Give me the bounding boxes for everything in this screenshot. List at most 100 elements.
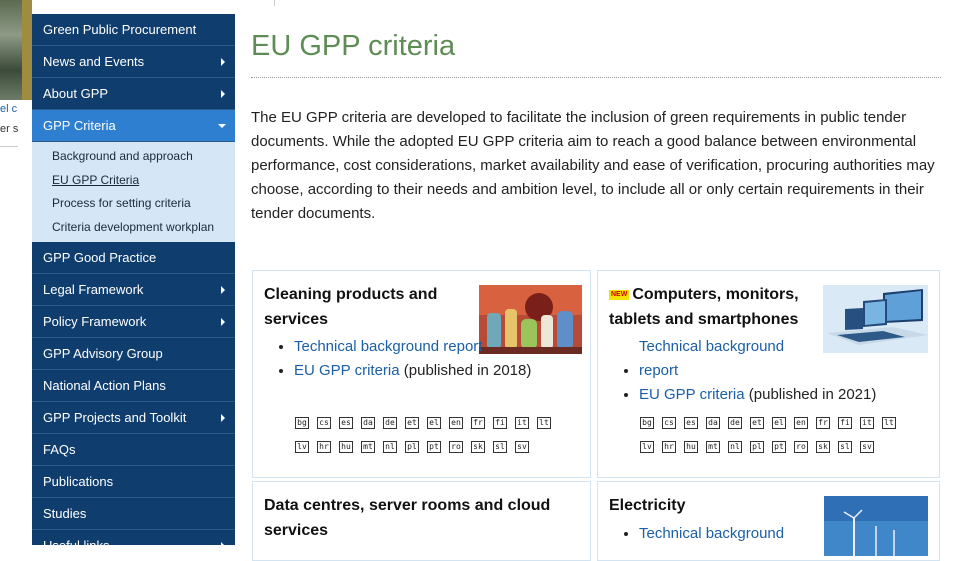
language-link-es[interactable]: es [684, 417, 698, 429]
sidebar-item-gpp-good-practice[interactable]: GPP Good Practice [32, 242, 235, 274]
list-item: EU GPP criteria (published in 2021) [639, 383, 876, 407]
list-item: EU GPP criteria (published in 2018) [294, 359, 531, 383]
language-link-fr[interactable]: fr [816, 417, 830, 429]
language-link-sv[interactable]: sv [515, 441, 529, 453]
title-divider [251, 77, 941, 78]
caret-right-icon [221, 58, 225, 66]
sidebar-item-policy-framework[interactable]: Policy Framework [32, 306, 235, 338]
language-links-row: lv hr hu mt nl pl pt ro sk sl sv [640, 441, 874, 453]
sidebar-item-national-action-plans[interactable]: National Action Plans [32, 370, 235, 402]
language-link-et[interactable]: et [750, 417, 764, 429]
language-link-bg[interactable]: bg [640, 417, 654, 429]
criteria-card-electricity: Electricity Technical background [597, 481, 940, 561]
sidebar-item-news-and-events[interactable]: News and Events [32, 46, 235, 78]
language-link-fi[interactable]: fi [493, 417, 507, 429]
card-title-text: Computers, monitors, tablets and smartph… [609, 286, 799, 328]
language-link-sk[interactable]: sk [816, 441, 830, 453]
eu-gpp-criteria-link[interactable]: EU GPP criteria [639, 386, 745, 403]
language-link-mt[interactable]: mt [361, 441, 375, 453]
caret-right-icon [221, 414, 225, 422]
page-title: EU GPP criteria [251, 30, 456, 62]
sidebar-item-label: Legal Framework [43, 282, 144, 297]
language-link-en[interactable]: en [449, 417, 463, 429]
sidebar-subitem-criteria-development-workplan[interactable]: Criteria development workplan [32, 216, 235, 240]
sidebar-item-label: FAQs [43, 442, 76, 457]
sidebar-item-faqs[interactable]: FAQs [32, 434, 235, 466]
language-link-pt[interactable]: pt [427, 441, 441, 453]
background-link-text[interactable]: el c [0, 102, 18, 116]
language-link-it[interactable]: it [860, 417, 874, 429]
sidebar-subitem-background-and-approach[interactable]: Background and approach [32, 145, 235, 169]
language-link-hu[interactable]: hu [684, 441, 698, 453]
language-link-cs[interactable]: cs [662, 417, 676, 429]
language-link-da[interactable]: da [706, 417, 720, 429]
language-link-pt[interactable]: pt [772, 441, 786, 453]
sidebar-item-gpp-projects-and-toolkit[interactable]: GPP Projects and Toolkit [32, 402, 235, 434]
sidebar-subitem-eu-gpp-criteria[interactable]: EU GPP Criteria [32, 169, 235, 193]
language-link-fi[interactable]: fi [838, 417, 852, 429]
caret-right-icon [221, 90, 225, 98]
language-link-da[interactable]: da [361, 417, 375, 429]
sidebar-item-studies[interactable]: Studies [32, 498, 235, 530]
language-link-cs[interactable]: cs [317, 417, 331, 429]
language-link-lv[interactable]: lv [640, 441, 654, 453]
language-link-lv[interactable]: lv [295, 441, 309, 453]
language-link-lt[interactable]: lt [537, 417, 551, 429]
sidebar-item-gpp-criteria[interactable]: GPP Criteria [32, 110, 235, 142]
list-item: Technical background report [639, 335, 829, 383]
technical-background-link[interactable]: Technical background report [639, 335, 789, 383]
language-link-pl[interactable]: pl [750, 441, 764, 453]
language-link-sk[interactable]: sk [471, 441, 485, 453]
criteria-card-computers: NEW Computers, monitors, tablets and smar… [597, 270, 940, 478]
sidebar-nav: Green Public Procurement News and Events A… [32, 14, 235, 545]
sidebar-item-label: Studies [43, 506, 87, 521]
sidebar-item-useful-links[interactable]: Useful links [32, 530, 235, 545]
sidebar-subitem-process-for-setting-criteria[interactable]: Process for setting criteria [32, 192, 235, 216]
language-link-nl[interactable]: nl [383, 441, 397, 453]
sidebar-item-label: Useful links [43, 538, 109, 545]
language-link-sv[interactable]: sv [860, 441, 874, 453]
language-link-de[interactable]: de [383, 417, 397, 429]
language-link-el[interactable]: el [427, 417, 441, 429]
language-link-fr[interactable]: fr [471, 417, 485, 429]
language-link-en[interactable]: en [794, 417, 808, 429]
card-title: Data centres, server rooms and cloud ser… [264, 493, 574, 543]
language-link-hr[interactable]: hr [662, 441, 676, 453]
language-link-et[interactable]: et [405, 417, 419, 429]
sidebar-item-publications[interactable]: Publications [32, 466, 235, 498]
sidebar-item-label: GPP Criteria [43, 118, 116, 133]
language-link-it[interactable]: it [515, 417, 529, 429]
language-link-es[interactable]: es [339, 417, 353, 429]
electricity-image [824, 496, 928, 556]
language-link-ro[interactable]: ro [794, 441, 808, 453]
language-link-sl[interactable]: sl [838, 441, 852, 453]
language-link-nl[interactable]: nl [728, 441, 742, 453]
sidebar-item-label: News and Events [43, 54, 145, 69]
sidebar-item-label: National Action Plans [43, 378, 166, 393]
language-link-sl[interactable]: sl [493, 441, 507, 453]
language-link-mt[interactable]: mt [706, 441, 720, 453]
eu-gpp-criteria-link[interactable]: EU GPP criteria [294, 362, 400, 379]
sidebar-item-about-gpp[interactable]: About GPP [32, 78, 235, 110]
published-note: (published in 2018) [399, 362, 532, 379]
language-link-el[interactable]: el [772, 417, 786, 429]
language-link-ro[interactable]: ro [449, 441, 463, 453]
sidebar-item-legal-framework[interactable]: Legal Framework [32, 274, 235, 306]
background-photo [0, 0, 22, 100]
language-link-pl[interactable]: pl [405, 441, 419, 453]
language-link-bg[interactable]: bg [295, 417, 309, 429]
sidebar-item-gpp-advisory-group[interactable]: GPP Advisory Group [32, 338, 235, 370]
language-link-lt[interactable]: lt [882, 417, 896, 429]
sidebar-item-label: About GPP [43, 86, 109, 101]
sidebar-item-label: Publications [43, 474, 114, 489]
sidebar-item-green-public-procurement[interactable]: Green Public Procurement [32, 14, 235, 46]
background-page: el c er s [0, 0, 32, 545]
published-note: (published in 2021) [744, 386, 877, 403]
language-link-hr[interactable]: hr [317, 441, 331, 453]
language-link-hu[interactable]: hu [339, 441, 353, 453]
language-link-de[interactable]: de [728, 417, 742, 429]
card-title: Electricity [609, 493, 685, 518]
sidebar-subnav: Background and approach EU GPP Criteria Pr… [32, 142, 235, 242]
technical-background-link[interactable]: Technical background report [294, 338, 482, 355]
technical-background-link[interactable]: Technical background [639, 525, 784, 542]
